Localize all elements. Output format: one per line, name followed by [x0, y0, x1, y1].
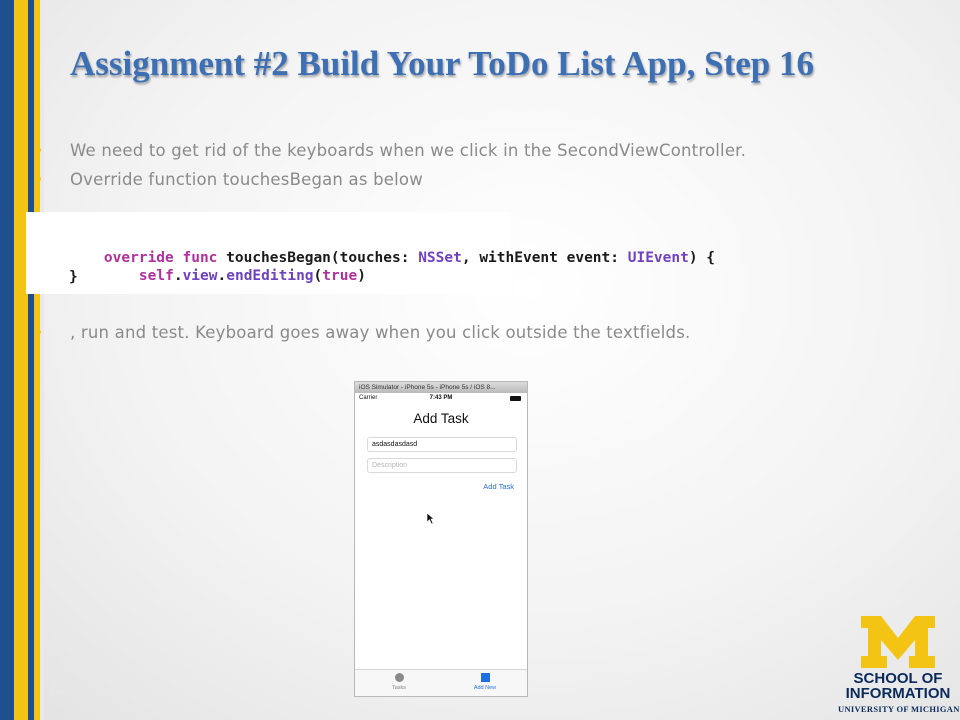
code-token: .	[173, 268, 183, 284]
left-stripe-light	[40, 0, 44, 720]
logo-line-2: INFORMATION	[845, 685, 951, 702]
bullet-dot-icon	[37, 330, 41, 334]
code-token: ) {	[688, 250, 716, 266]
slide-corner-mark	[50, 675, 64, 695]
ios-tab-bar: Tasks Add New	[355, 669, 527, 696]
bullet-text: Override function touchesBegan as below	[70, 170, 423, 189]
tab-tasks[interactable]: Tasks	[369, 673, 429, 691]
slide-title: Assignment #2 Build Your ToDo List App, …	[70, 44, 814, 83]
circle-icon	[394, 673, 404, 682]
code-snippet: override func touchesBegan(touches: NSSe…	[26, 212, 715, 294]
block-m-icon	[861, 616, 935, 668]
nav-title: Add Task	[413, 411, 469, 426]
bullet-dot-icon	[37, 148, 41, 152]
logo-line-3: UNIVERSITY OF MICHIGAN	[838, 704, 960, 714]
code-token: .	[217, 268, 227, 284]
code-token: , withEvent event:	[461, 250, 628, 266]
battery-icon	[510, 396, 521, 401]
code-token: NSSet	[418, 250, 462, 266]
bullet-text: , run and test. Keyboard goes away when …	[70, 323, 691, 342]
code-token: endEditing	[226, 268, 314, 284]
bullet-dot-icon	[37, 177, 41, 181]
task-name-field[interactable]: asdasdasdasd	[367, 437, 517, 452]
add-task-button[interactable]: Add Task	[483, 482, 514, 491]
square-icon	[480, 673, 490, 682]
code-line-2: self.view.endEditing(true)	[104, 248, 366, 305]
description-field[interactable]: Description	[367, 458, 517, 473]
status-time: 7:43 PM	[429, 395, 453, 401]
mouse-pointer-icon	[426, 512, 435, 525]
code-token: view	[182, 268, 218, 284]
left-stripe-gold	[14, 0, 28, 720]
bullet-item: , run and test. Keyboard goes away when …	[37, 323, 691, 342]
bullet-item: Override function touchesBegan as below	[37, 170, 423, 189]
tab-add-new[interactable]: Add New	[455, 673, 515, 691]
code-token: UIEvent	[627, 250, 689, 266]
code-token: true	[322, 268, 358, 284]
code-line-3: }	[69, 269, 78, 285]
ios-simulator-screenshot: iOS Simulator - iPhone 5s - iPhone 5s / …	[354, 381, 528, 697]
university-logo: SCHOOL OF INFORMATION UNIVERSITY OF MICH…	[838, 614, 960, 714]
code-token: )	[357, 268, 366, 284]
left-stripe-blue	[0, 0, 14, 720]
simulator-window-titlebar: iOS Simulator - iPhone 5s - iPhone 5s / …	[355, 382, 527, 393]
logo-line-1: SCHOOL OF	[853, 670, 943, 687]
ios-status-bar: Carrier 7:43 PM	[355, 393, 527, 404]
code-token: self	[138, 268, 174, 284]
tab-label: Add New	[473, 685, 497, 691]
bullet-text: We need to get rid of the keyboards when…	[70, 141, 747, 160]
bullet-item: We need to get rid of the keyboards when…	[37, 141, 747, 160]
tab-label: Tasks	[391, 685, 407, 691]
code-token: (	[313, 268, 323, 284]
